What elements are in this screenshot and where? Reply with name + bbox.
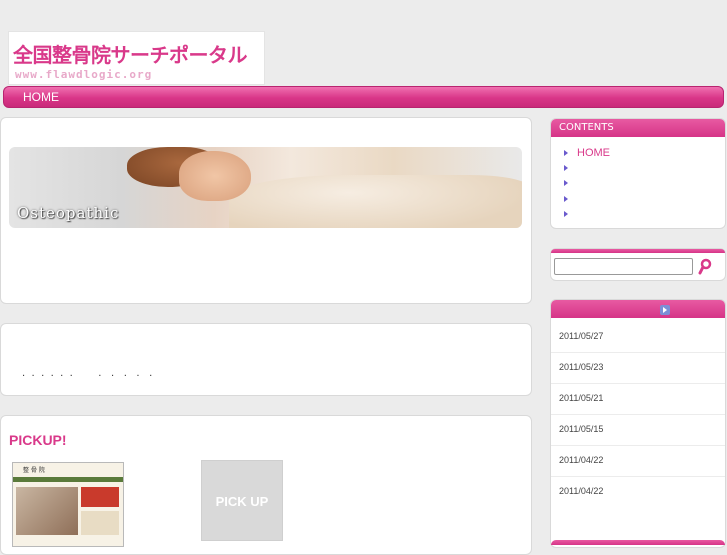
logo-url: www.flawdlogic.org	[15, 68, 153, 81]
hero-banner: Osteopathic	[9, 147, 522, 228]
triangle-right-icon	[564, 180, 568, 186]
hero-caption: Osteopathic	[17, 204, 120, 222]
pickup-thumbnail-placeholder[interactable]: PICK UP	[201, 460, 283, 541]
contents-heading: CONTENTS	[559, 122, 614, 133]
main-nav-bar: HOME	[3, 86, 724, 108]
search-input[interactable]	[554, 258, 693, 275]
search-header	[551, 249, 725, 253]
search-icon[interactable]	[697, 258, 713, 275]
recent-date-1: 2011/05/27	[559, 331, 604, 341]
recent-date-3: 2011/05/21	[559, 393, 604, 403]
sidebar-next-header	[551, 540, 725, 545]
contents-header: CONTENTS	[551, 119, 725, 137]
hero-blanket-shape	[229, 175, 522, 228]
logo-title: 全国整骨院サーチポータル	[13, 43, 248, 67]
thumbnail-nav-bar	[13, 477, 123, 482]
pickup-thumbnail-clinic[interactable]: 整 骨 院	[12, 462, 124, 547]
thumbnail-header-text: 整 骨 院	[23, 467, 45, 474]
triangle-right-icon	[564, 150, 568, 156]
news-list-dots: . . . . . . . . . . .	[22, 368, 153, 379]
nav-home-link[interactable]: HOME	[23, 90, 59, 104]
hero-face-shape	[179, 151, 251, 201]
triangle-right-icon	[564, 196, 568, 202]
feed-icon[interactable]	[660, 305, 670, 315]
recent-date-2: 2011/05/23	[559, 362, 604, 372]
triangle-right-icon	[564, 165, 568, 171]
news-panel	[0, 323, 532, 396]
thumbnail-photo	[16, 487, 78, 535]
date-divider	[551, 476, 725, 477]
date-divider	[551, 383, 725, 384]
pickup-placeholder-label: PICK UP	[215, 494, 269, 509]
triangle-right-icon	[564, 211, 568, 217]
recent-date-5: 2011/04/22	[559, 455, 604, 465]
thumbnail-side-banner	[81, 487, 119, 507]
date-divider	[551, 414, 725, 415]
recent-date-6: 2011/04/22	[559, 486, 604, 496]
recent-date-4: 2011/05/15	[559, 424, 604, 434]
thumbnail-side-box	[81, 511, 119, 535]
date-divider	[551, 352, 725, 353]
pickup-heading: PICKUP!	[9, 432, 67, 448]
recent-posts-header	[551, 300, 725, 318]
sidebar-item-home[interactable]: HOME	[577, 147, 610, 159]
site-logo[interactable]: 全国整骨院サーチポータル www.flawdlogic.org	[8, 31, 265, 85]
date-divider	[551, 445, 725, 446]
